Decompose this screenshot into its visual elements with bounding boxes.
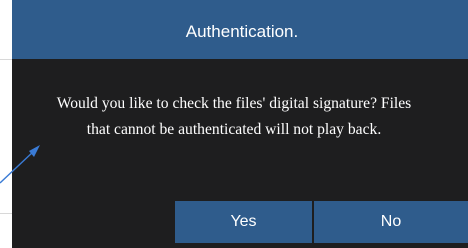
dialog-message: Would you like to check the files' digit… (0, 91, 468, 143)
background-edge-line (0, 59, 12, 60)
yes-button[interactable]: Yes (175, 201, 312, 243)
authentication-dialog: Authentication. Would you like to check … (12, 0, 468, 248)
dialog-message-line: Would you like to check the files' digit… (56, 95, 412, 112)
background-edge-line (0, 213, 12, 214)
dialog-titlebar: Authentication. (12, 0, 468, 59)
arrow-icon (0, 145, 40, 184)
dialog-message-line: that cannot be authenticated will not pl… (86, 121, 382, 138)
dialog-title: Authentication. (185, 21, 299, 41)
no-button[interactable]: No (314, 201, 468, 243)
